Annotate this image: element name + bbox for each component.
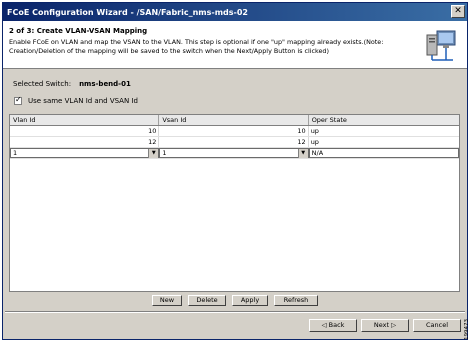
delete-button[interactable]: Delete bbox=[188, 295, 226, 306]
cancel-button[interactable]: Cancel bbox=[413, 319, 461, 332]
table-edit-row[interactable]: 1 ▼ 1 ▼ N/A bbox=[10, 148, 459, 159]
wizard-header: 2 of 3: Create VLAN-VSAN Mapping Enable … bbox=[3, 21, 467, 69]
selected-switch: Selected Switch: nms-bend-01 bbox=[13, 80, 131, 88]
wizard-navigation: ◁ Back Next ▷ Cancel bbox=[309, 319, 461, 332]
vsan-cell: 10 bbox=[159, 126, 309, 136]
chevron-down-icon[interactable]: ▼ bbox=[297, 148, 308, 158]
vlan-select[interactable]: 1 ▼ bbox=[10, 148, 160, 158]
wizard-content: Selected Switch: nms-bend-01 Use same VLA… bbox=[3, 70, 467, 294]
back-icon: ◁ bbox=[321, 321, 329, 329]
selected-switch-label: Selected Switch: bbox=[13, 80, 72, 88]
divider bbox=[5, 311, 465, 313]
oper-state-value: N/A bbox=[311, 148, 324, 157]
table-row[interactable]: 10 10 up bbox=[10, 126, 459, 137]
back-label: Back bbox=[328, 321, 345, 329]
vsan-cell: 12 bbox=[159, 137, 309, 147]
window-title: FCoE Configuration Wizard - /SAN/Fabric_… bbox=[7, 7, 248, 17]
vlan-cell: 12 bbox=[10, 137, 160, 147]
next-button[interactable]: Next ▷ bbox=[361, 319, 409, 332]
column-header-vsan[interactable]: Vsan Id bbox=[159, 115, 309, 125]
table-action-buttons: New Delete Apply Refresh bbox=[3, 295, 467, 306]
apply-button[interactable]: Apply bbox=[232, 295, 268, 306]
same-id-checkbox-label: Use same VLAN Id and VSAN Id bbox=[28, 97, 138, 105]
oper-state-cell: N/A bbox=[308, 148, 459, 158]
selected-switch-value: nms-bend-01 bbox=[79, 80, 131, 88]
next-label: Next bbox=[373, 321, 390, 329]
close-button[interactable]: ✕ bbox=[451, 5, 465, 18]
table-header: Vlan Id Vsan Id Oper State bbox=[10, 115, 459, 126]
figure-id: 199473 bbox=[464, 319, 470, 340]
vlan-select-value: 1 bbox=[13, 148, 18, 157]
table-row[interactable]: 12 12 up bbox=[10, 137, 459, 148]
title-bar[interactable]: FCoE Configuration Wizard - /SAN/Fabric_… bbox=[3, 3, 467, 21]
step-description: Enable FCoE on VLAN and map the VSAN to … bbox=[9, 38, 384, 55]
back-button[interactable]: ◁ Back bbox=[309, 319, 357, 332]
vsan-select[interactable]: 1 ▼ bbox=[159, 148, 309, 158]
network-computer-icon bbox=[426, 30, 456, 61]
step-title: 2 of 3: Create VLAN-VSAN Mapping bbox=[9, 27, 148, 35]
oper-state-cell: up bbox=[310, 138, 319, 146]
column-header-oper-state[interactable]: Oper State bbox=[309, 115, 459, 125]
chevron-down-icon[interactable]: ▼ bbox=[148, 148, 159, 158]
same-id-checkbox[interactable] bbox=[14, 95, 22, 105]
vlan-cell: 10 bbox=[10, 126, 160, 136]
new-button[interactable]: New bbox=[152, 295, 182, 306]
vsan-select-value: 1 bbox=[162, 148, 167, 157]
same-id-checkbox-row[interactable]: Use same VLAN Id and VSAN Id bbox=[14, 95, 138, 105]
column-header-vlan[interactable]: Vlan Id bbox=[10, 115, 160, 125]
next-icon: ▷ bbox=[389, 321, 397, 329]
refresh-button[interactable]: Refresh bbox=[274, 295, 318, 306]
wizard-window: FCoE Configuration Wizard - /SAN/Fabric_… bbox=[2, 2, 468, 340]
vlan-vsan-table: Vlan Id Vsan Id Oper State 10 10 up 12 1… bbox=[9, 114, 460, 292]
oper-state-cell: up bbox=[310, 127, 319, 135]
